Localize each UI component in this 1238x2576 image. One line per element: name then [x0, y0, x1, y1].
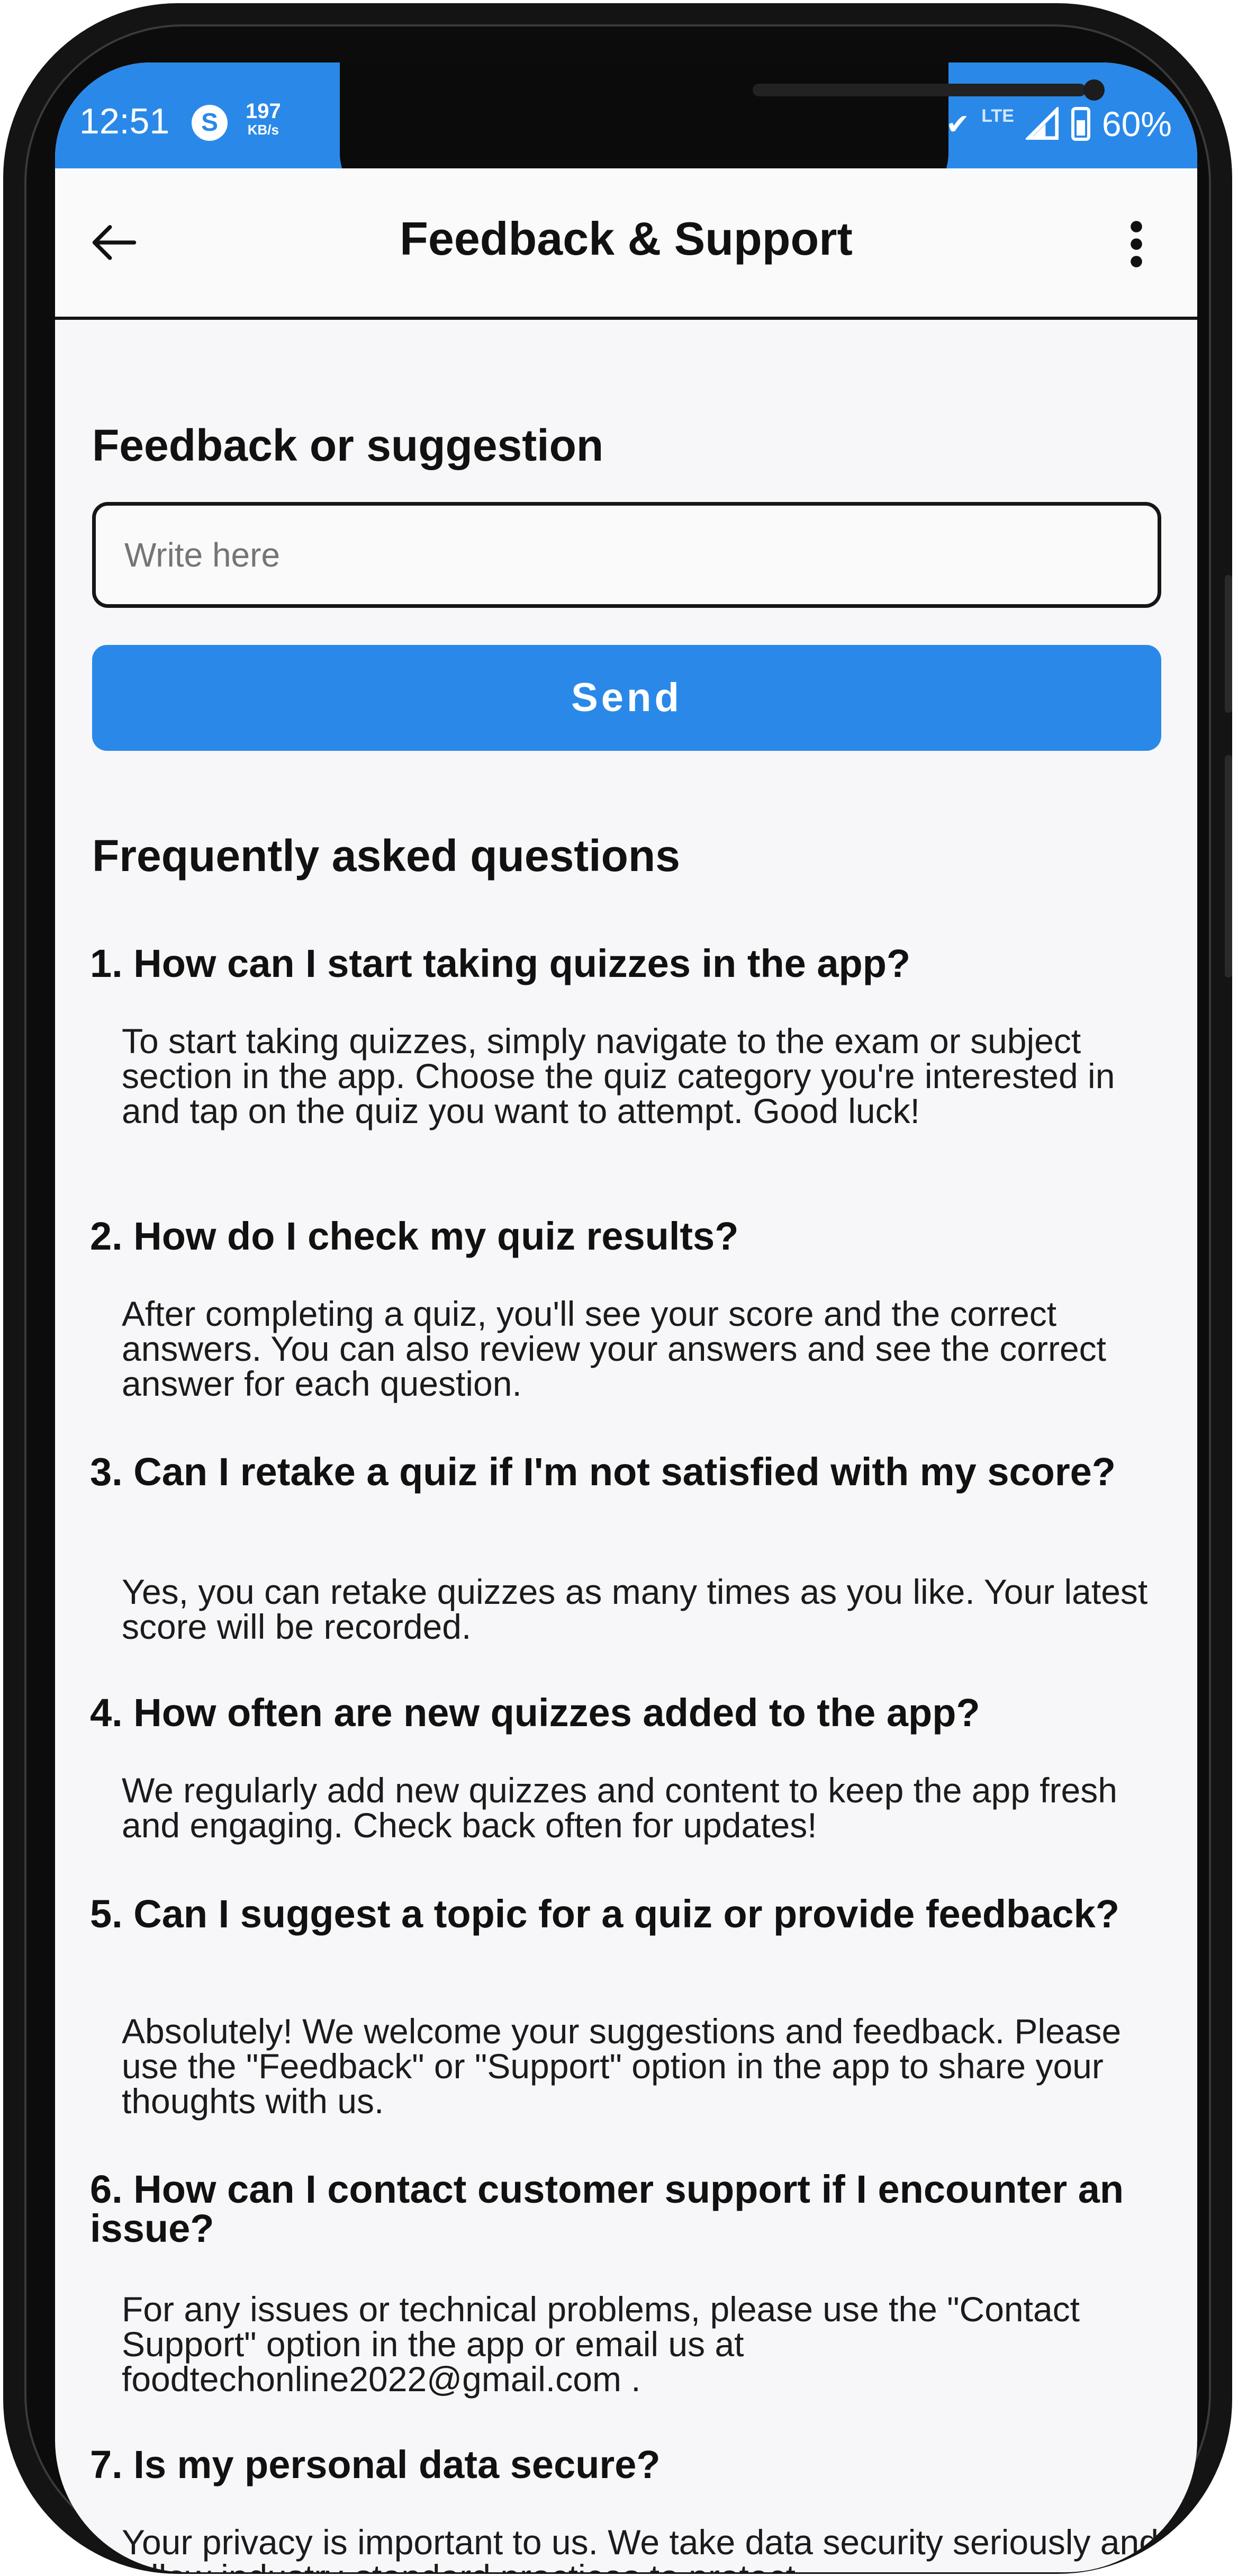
app-bar: Feedback & Support — [55, 168, 1197, 320]
faq-question: 5. Can I suggest a topic for a quiz or p… — [90, 1892, 1119, 1936]
status-time: 12:51 — [79, 101, 170, 141]
signal-icon — [1025, 107, 1059, 140]
more-vertical-icon[interactable] — [1128, 220, 1144, 268]
faq-question: 1. How can I start taking quizzes in the… — [90, 941, 911, 985]
faq-answer: Absolutely! We welcome your suggestions … — [122, 2012, 1122, 2121]
faq-question: 2. How do I check my quiz results? — [90, 1214, 739, 1258]
faq-heading: Frequently asked questions — [92, 831, 680, 881]
network-speed: 197 KB/s — [246, 101, 281, 138]
send-button[interactable]: Send — [92, 645, 1161, 751]
speed-value: 197 — [246, 100, 281, 123]
status-indicators: ✔ LTE 60% — [946, 104, 1172, 144]
faq-answer: After completing a quiz, you'll see your… — [122, 1294, 1106, 1403]
speaker-grille — [753, 84, 1086, 96]
screen: 12:51 S 197 KB/s ✔ LTE 60% Feedback & Su… — [55, 62, 1197, 2572]
power-button — [1225, 755, 1232, 977]
page-title: Feedback & Support — [400, 212, 853, 265]
wifi-icon: ✔ — [945, 108, 970, 140]
phone-frame: 12:51 S 197 KB/s ✔ LTE 60% Feedback & Su… — [3, 3, 1232, 2574]
faq-answer: To start taking quizzes, simply navigate… — [122, 1021, 1115, 1130]
lte-label: LTE — [981, 105, 1014, 126]
faq-question: 4. How often are new quizzes added to th… — [90, 1691, 980, 1735]
battery-icon — [1071, 107, 1090, 141]
faq-question: 3. Can I retake a quiz if I'm not satisf… — [90, 1450, 1116, 1494]
faq-answer: Your privacy is important to us. We take… — [122, 2523, 1159, 2572]
faq-question: 6. How can I contact customer support if… — [90, 2167, 1124, 2250]
app-notification-icon: S — [192, 105, 228, 141]
front-camera — [1083, 79, 1105, 101]
feedback-heading: Feedback or suggestion — [92, 420, 604, 470]
battery-level: 60% — [1101, 104, 1172, 143]
volume-button — [1225, 575, 1232, 713]
speed-unit: KB/s — [247, 122, 279, 138]
faq-answer: Yes, you can retake quizzes as many time… — [122, 1572, 1148, 1646]
faq-answer: We regularly add new quizzes and content… — [122, 1771, 1117, 1845]
faq-question: 7. Is my personal data secure? — [90, 2443, 661, 2487]
feedback-input[interactable] — [92, 502, 1161, 608]
faq-answer: For any issues or technical problems, pl… — [122, 2290, 1080, 2399]
